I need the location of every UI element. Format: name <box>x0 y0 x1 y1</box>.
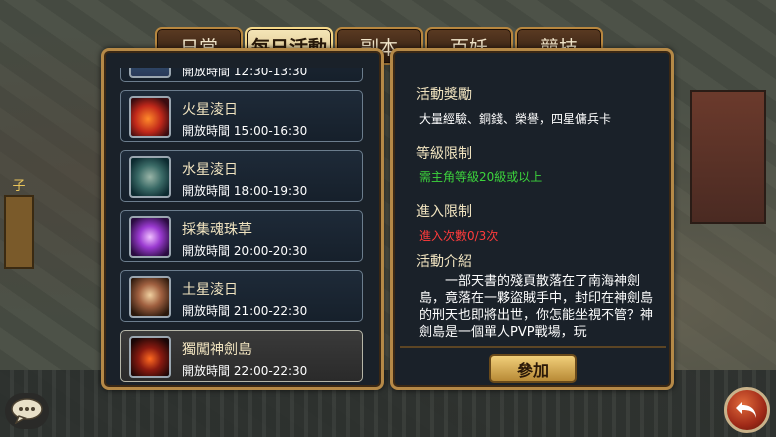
intro-title: 活動介紹 <box>416 254 472 270</box>
activity-name: 火星淩日 <box>182 102 238 118</box>
chat-button[interactable] <box>5 393 49 429</box>
activity-name: 水星淩日 <box>182 162 238 178</box>
reward-text: 大量經驗、銅錢、榮譽，四星傭兵卡 <box>419 112 612 126</box>
return-arrow-icon <box>736 402 756 418</box>
reward-title: 活動獎勵 <box>416 87 472 103</box>
activity-list[interactable]: 開放時間 12:30-13:30 火星淩日 開放時間 15:00-16:30 水… <box>118 68 366 384</box>
list-item[interactable]: 開放時間 12:30-13:30 <box>120 68 363 82</box>
list-item[interactable]: 水星淩日 開放時間 18:00-19:30 <box>120 150 363 202</box>
activity-time: 開放時間 22:00-22:30 <box>182 364 308 378</box>
level-title: 等級限制 <box>416 146 472 162</box>
activity-name: 土星淩日 <box>182 282 238 298</box>
activity-time: 開放時間 15:00-16:30 <box>182 124 308 138</box>
list-item[interactable]: 火星淩日 開放時間 15:00-16:30 <box>120 90 363 142</box>
activity-time: 開放時間 12:30-13:30 <box>182 68 308 78</box>
activity-time: 開放時間 20:00-20:30 <box>182 244 308 258</box>
activity-name: 採集魂珠草 <box>182 222 252 238</box>
activity-time: 開放時間 21:00-22:30 <box>182 304 308 318</box>
beast-icon <box>129 156 171 198</box>
background-sign: 子 <box>4 179 34 269</box>
divider <box>400 346 666 348</box>
intro-text[interactable]: 一部天書的殘頁散落在了南海神劍島，竟落在一夥盜賊手中，封印在神劍島的刑天也即將出… <box>411 273 667 345</box>
phoenix-icon <box>129 96 171 138</box>
list-item[interactable]: 土星淩日 開放時間 21:00-22:30 <box>120 270 363 322</box>
back-button[interactable] <box>724 387 770 433</box>
entry-title: 進入限制 <box>416 204 472 220</box>
sword-icon <box>129 336 171 378</box>
list-item[interactable]: 採集魂珠草 開放時間 20:00-20:30 <box>120 210 363 262</box>
monster-icon <box>129 276 171 318</box>
activity-name: 獨闖神劍島 <box>182 342 252 358</box>
entry-text: 進入次數0/3次 <box>419 229 499 243</box>
join-button[interactable]: 參加 <box>489 354 577 383</box>
activity-time: 開放時間 18:00-19:30 <box>182 184 308 198</box>
level-text: 需主角等級20級或以上 <box>419 170 543 184</box>
activity-icon <box>129 68 171 78</box>
list-item-selected[interactable]: 獨闖神劍島 開放時間 22:00-22:30 <box>120 330 363 382</box>
chat-bubble-icon <box>11 398 43 424</box>
flower-icon <box>129 216 171 258</box>
background-sign-text: 子 <box>12 179 26 194</box>
background-building <box>690 90 766 224</box>
